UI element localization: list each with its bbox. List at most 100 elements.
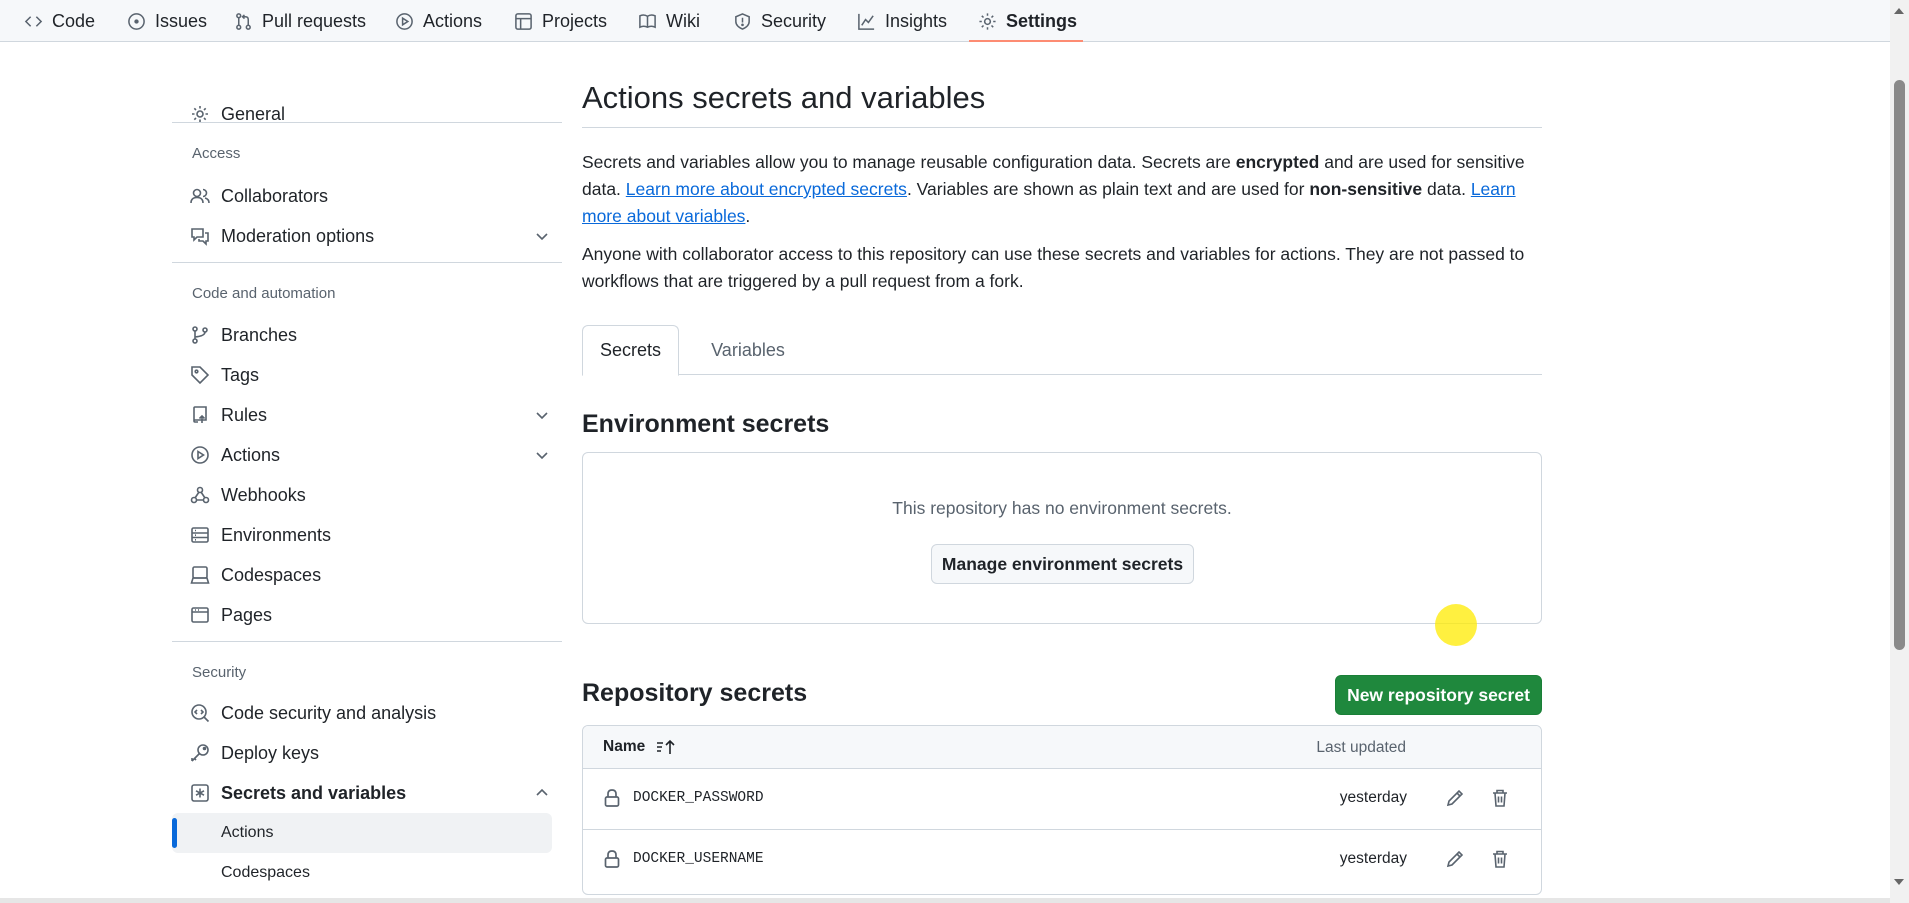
trash-icon[interactable] bbox=[1489, 787, 1511, 809]
cursor-highlight bbox=[1435, 604, 1477, 646]
tab-projects[interactable]: Projects bbox=[514, 0, 607, 42]
chevron-down-icon bbox=[536, 412, 548, 420]
vertical-scrollbar[interactable] bbox=[1890, 0, 1909, 903]
repo-nav: Code Issues Pull requests Actions Projec… bbox=[0, 0, 1890, 42]
trash-icon[interactable] bbox=[1489, 848, 1511, 870]
sidebar-item-label: Code security and analysis bbox=[221, 702, 437, 723]
manage-environment-secrets-button[interactable]: Manage environment secrets bbox=[931, 544, 1194, 584]
secret-name: DOCKER_USERNAME bbox=[633, 851, 764, 867]
access-note: Anyone with collaborator access to this … bbox=[582, 244, 1525, 291]
tab-issues[interactable]: Issues bbox=[127, 0, 207, 42]
issue-icon bbox=[128, 12, 145, 30]
table-icon bbox=[515, 12, 532, 30]
sidebar-item-label: Rules bbox=[221, 404, 268, 425]
environment-secrets-heading: Environment secrets bbox=[582, 410, 830, 438]
sort-by-name[interactable]: Name bbox=[603, 738, 677, 756]
divider bbox=[172, 262, 562, 263]
lock-icon bbox=[604, 850, 620, 868]
learn-more-secrets-link[interactable]: Learn more about encrypted secrets bbox=[626, 179, 907, 199]
play-icon bbox=[191, 446, 209, 464]
scrollbar-thumb[interactable] bbox=[1894, 80, 1905, 650]
chevron-up-icon bbox=[536, 788, 548, 796]
tab-label: Actions bbox=[423, 10, 483, 31]
sidebar-item-label: Codespaces bbox=[221, 564, 322, 585]
intro-text: Secrets and variables allow you to manag… bbox=[582, 152, 1236, 172]
tab-actions[interactable]: Actions bbox=[395, 0, 482, 42]
divider bbox=[172, 122, 562, 123]
section-heading-security: Security bbox=[192, 664, 247, 681]
sidebar-item-label: Actions bbox=[221, 444, 281, 465]
table-row: DOCKER_USERNAME yesterday bbox=[583, 830, 1541, 891]
sidebar-item-rules[interactable]: Rules bbox=[190, 395, 550, 435]
sidebar-item-label: Moderation options bbox=[221, 225, 375, 246]
webhook-icon bbox=[190, 486, 210, 504]
new-repository-secret-button[interactable]: New repository secret bbox=[1335, 675, 1542, 715]
sidebar-subitem-codespaces[interactable]: Codespaces bbox=[172, 853, 552, 893]
pencil-icon[interactable] bbox=[1444, 787, 1466, 809]
graph-icon bbox=[858, 13, 875, 30]
sidebar-item-branches[interactable]: Branches bbox=[190, 315, 550, 355]
sidebar-item-actions[interactable]: Actions bbox=[190, 435, 550, 475]
sidebar-subitem-actions[interactable]: Actions bbox=[172, 813, 552, 853]
intro-emphasis: non-sensitive bbox=[1309, 179, 1423, 199]
intro-emphasis: encrypted bbox=[1235, 152, 1320, 172]
shield-icon bbox=[735, 12, 750, 30]
sort-ascending-icon bbox=[657, 739, 675, 754]
sidebar-item-label: Pages bbox=[221, 604, 273, 625]
sidebar-item-code-security[interactable]: Code security and analysis bbox=[190, 693, 550, 733]
people-icon bbox=[190, 188, 210, 204]
sidebar-item-moderation[interactable]: Moderation options bbox=[190, 216, 550, 256]
page-title: Actions secrets and variables bbox=[582, 80, 986, 115]
sidebar-item-pages[interactable]: Pages bbox=[190, 595, 550, 635]
sidebar-item-secrets-variables[interactable]: Secrets and variables bbox=[190, 773, 550, 813]
column-last-updated: Last updated bbox=[1316, 739, 1406, 756]
tab-wiki[interactable]: Wiki bbox=[638, 0, 700, 42]
repository-secrets-heading: Repository secrets bbox=[582, 679, 808, 707]
tab-pull-requests[interactable]: Pull requests bbox=[234, 0, 366, 42]
sidebar-item-webhooks[interactable]: Webhooks bbox=[190, 475, 550, 515]
tab-security[interactable]: Security bbox=[733, 0, 826, 42]
key-icon bbox=[191, 744, 209, 762]
tab-label: Pull requests bbox=[262, 10, 367, 31]
sidebar-item-label: Secrets and variables bbox=[221, 782, 407, 803]
sidebar-item-collaborators[interactable]: Collaborators bbox=[190, 176, 550, 216]
tab-label: Insights bbox=[885, 10, 948, 31]
codescan-icon bbox=[191, 704, 210, 723]
sidebar-item-tags[interactable]: Tags bbox=[190, 355, 550, 395]
pull-request-icon bbox=[236, 12, 251, 30]
last-updated: yesterday bbox=[1339, 850, 1407, 867]
intro-text: . Variables are shown as plain text and … bbox=[906, 179, 1310, 199]
last-updated: yesterday bbox=[1339, 789, 1407, 806]
pencil-icon[interactable] bbox=[1444, 848, 1466, 870]
sidebar-item-codespaces[interactable]: Codespaces bbox=[190, 555, 550, 595]
sidebar-item-label: Deploy keys bbox=[221, 742, 320, 763]
sidebar-item-deploy-keys[interactable]: Deploy keys bbox=[190, 733, 550, 773]
sidebar-item-environments[interactable]: Environments bbox=[190, 515, 550, 555]
tab-label: Settings bbox=[1006, 10, 1078, 31]
tab-variables[interactable]: Variables bbox=[698, 325, 798, 376]
sidebar-item-label: Webhooks bbox=[221, 484, 306, 505]
server-icon bbox=[191, 527, 209, 543]
lock-icon bbox=[604, 789, 620, 807]
tab-insights[interactable]: Insights bbox=[857, 0, 947, 42]
play-icon bbox=[396, 12, 413, 30]
column-name-label: Name bbox=[603, 738, 646, 755]
sidebar-item-general[interactable]: General bbox=[190, 94, 550, 134]
scroll-up-arrow[interactable] bbox=[1894, 8, 1904, 14]
empty-state-text: This repository has no environment secre… bbox=[892, 498, 1232, 518]
secret-name: DOCKER_PASSWORD bbox=[633, 790, 764, 806]
sidebar-item-label: Collaborators bbox=[221, 185, 329, 206]
tab-secrets[interactable]: Secrets bbox=[582, 325, 679, 376]
active-tab-underline bbox=[969, 40, 1083, 42]
comment-discussion-icon bbox=[191, 228, 209, 246]
sidebar-item-label: Environments bbox=[221, 524, 332, 545]
sidebar-item-label: Tags bbox=[221, 364, 260, 385]
tab-settings[interactable]: Settings bbox=[978, 0, 1077, 42]
title-divider bbox=[582, 127, 1542, 128]
tab-code[interactable]: Code bbox=[24, 0, 95, 42]
intro-text: data. bbox=[1422, 179, 1471, 199]
environment-secrets-box: This repository has no environment secre… bbox=[582, 452, 1542, 624]
bottom-edge bbox=[0, 898, 1890, 903]
divider bbox=[172, 641, 562, 642]
scroll-down-arrow[interactable] bbox=[1894, 879, 1904, 885]
